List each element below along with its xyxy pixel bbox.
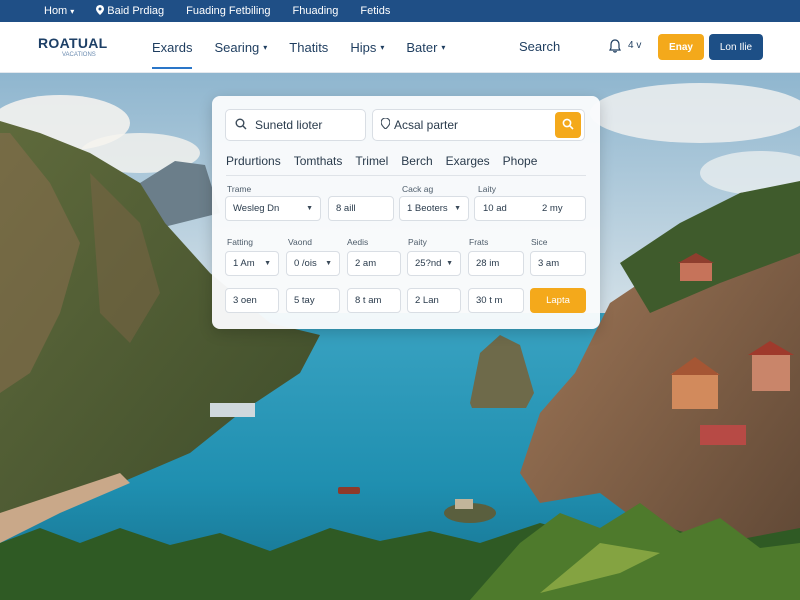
select-value: 1 Beoters (407, 203, 448, 214)
input-value: 2 Lan (415, 295, 439, 306)
select-field[interactable]: 1 Beoters ▼ (399, 196, 469, 221)
nav-item-searing[interactable]: Searing ▾ (214, 22, 267, 73)
input-field[interactable]: 8 t am (347, 288, 401, 313)
chevron-down-icon: ▾ (441, 43, 446, 52)
select-value: 0 /ois (294, 258, 317, 269)
nav-item-thatits[interactable]: Thatits (289, 22, 328, 73)
search-panel: Sunetd lioter Acsal parter Prdurtions To… (212, 96, 600, 329)
chevron-down-icon: ▼ (446, 260, 453, 267)
search-category-tabs: Prdurtions Tomthats Trimel Berch Exarges… (226, 154, 586, 176)
input-field[interactable]: 8 aill (328, 196, 394, 221)
input-field[interactable]: 2 am (347, 251, 401, 276)
main-nav: Exards Searing ▾ Thatits Hips ▾ Bater ▾ (152, 22, 445, 73)
logo-text: ROATUAL (38, 35, 108, 51)
input-value: 2 am (355, 258, 377, 269)
select-field[interactable]: 25?nd ▼ (407, 251, 461, 276)
input-field[interactable]: 30 t m (468, 288, 524, 313)
input-field[interactable]: 3 am (530, 251, 586, 276)
tab-trimel[interactable]: Trimel (355, 154, 388, 175)
nav-item-exards[interactable]: Exards (152, 22, 193, 73)
field-label: Laity (478, 184, 496, 194)
search-icon (235, 118, 247, 133)
departure-placeholder: Acsal parter (394, 118, 459, 132)
input-field[interactable]: 2 Lan (407, 288, 461, 313)
nav-item-bater[interactable]: Bater ▾ (406, 22, 445, 73)
primary-header-button[interactable]: Enay (658, 34, 704, 60)
bell-icon[interactable] (609, 39, 621, 53)
nav-item-label: Hips (350, 40, 377, 55)
location-pin-icon (380, 117, 391, 132)
search-submit-button[interactable] (555, 112, 581, 138)
nav-item-label: Exards (152, 40, 193, 55)
destination-search-field[interactable]: Sunetd lioter (225, 109, 366, 141)
language-selector[interactable]: 4 v (628, 40, 641, 51)
input-field[interactable]: 3 oen (225, 288, 279, 313)
input-field[interactable]: 28 im (468, 251, 524, 276)
select-value: 25?nd (415, 258, 442, 269)
field-label: Cack ag (402, 184, 434, 194)
input-value: 5 tay (294, 295, 315, 306)
tab-phope[interactable]: Phope (503, 154, 538, 175)
topbar-item-home[interactable]: Hom ▾ (44, 5, 74, 17)
nav-item-hips[interactable]: Hips ▾ (350, 22, 384, 73)
location-pin-icon (96, 4, 105, 18)
nav-item-label: Thatits (289, 40, 329, 55)
topbar-item-4[interactable]: Fhuading (293, 5, 339, 17)
date-range-field[interactable]: 10 ad 2 my (474, 196, 586, 221)
apply-search-button[interactable]: Lapta (530, 288, 586, 313)
input-value: 8 t am (355, 295, 382, 306)
topbar-item-3[interactable]: Fuading Fetbiling (186, 5, 270, 17)
input-value: 30 t m (476, 295, 503, 306)
topbar-item-home-label: Hom (44, 5, 68, 17)
input-value: 28 im (476, 258, 500, 269)
field-label: Vaond (288, 237, 312, 247)
field-label: Frats (469, 237, 489, 247)
logo-subtext: VACATIONS (62, 52, 96, 58)
destination-placeholder: Sunetd lioter (255, 118, 323, 132)
login-button[interactable]: Lon Ilie (709, 34, 763, 60)
site-header: ROATUAL VACATIONS Exards Searing ▾ Thati… (0, 22, 800, 73)
chevron-down-icon: ▾ (70, 6, 75, 16)
chevron-down-icon: ▼ (454, 205, 461, 212)
input-value: 3 am (538, 258, 560, 269)
field-label: Paity (408, 237, 427, 247)
chevron-down-icon: ▼ (306, 205, 313, 212)
select-value: Wesleg Dn (233, 203, 280, 214)
field-label: Aedis (347, 237, 369, 247)
input-field[interactable]: 5 tay (286, 288, 340, 313)
nav-item-label: Bater (406, 40, 438, 55)
chevron-down-icon: ▼ (264, 260, 271, 267)
topbar-item-5[interactable]: Fetids (360, 5, 390, 17)
departure-search-field[interactable]: Acsal parter (372, 109, 585, 141)
input-value: 8 aill (336, 203, 356, 214)
range-start: 10 ad (483, 203, 507, 214)
chevron-down-icon: ▼ (325, 260, 332, 267)
field-label: Trame (227, 184, 252, 194)
select-field[interactable]: Wesleg Dn ▼ (225, 196, 321, 221)
select-field[interactable]: 1 Am ▼ (225, 251, 279, 276)
tab-berch[interactable]: Berch (401, 154, 432, 175)
field-label: Fatting (227, 237, 253, 247)
header-search-link[interactable]: Search (519, 39, 560, 54)
search-icon (562, 118, 574, 133)
topbar-item-location[interactable]: Baid Prdiag (96, 4, 165, 18)
nav-item-label: Searing (214, 40, 260, 55)
range-end: 2 my (542, 203, 563, 214)
select-field[interactable]: 0 /ois ▼ (286, 251, 340, 276)
tab-tomthats[interactable]: Tomthats (294, 154, 343, 175)
chevron-down-icon: ▾ (380, 43, 385, 52)
topbar-item-location-label: Baid Prdiag (107, 5, 165, 17)
tab-prdurtions[interactable]: Prdurtions (226, 154, 281, 175)
select-value: 1 Am (233, 258, 255, 269)
input-value: 3 oen (233, 295, 257, 306)
tab-exarges[interactable]: Exarges (446, 154, 490, 175)
chevron-down-icon: ▾ (263, 43, 268, 52)
site-logo[interactable]: ROATUAL VACATIONS (38, 36, 108, 58)
field-label: Sice (531, 237, 548, 247)
utility-bar: Hom ▾ Baid Prdiag Fuading Fetbiling Fhua… (0, 0, 800, 22)
